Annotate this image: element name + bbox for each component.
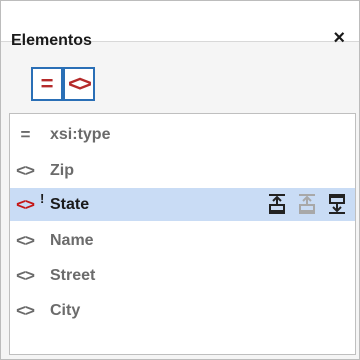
list-item[interactable]: <> Street (10, 259, 355, 292)
list-item[interactable]: <> City (10, 294, 355, 327)
required-marker: ! (40, 191, 45, 206)
insert-after-icon[interactable] (327, 193, 347, 215)
attributes-toggle-button[interactable]: = (31, 67, 63, 101)
list-item-label: Street (50, 266, 96, 284)
list-item-label: xsi:type (50, 125, 111, 143)
list-item-label: Zip (50, 161, 74, 179)
elements-panel: Elementos × = <> = xsi:type <> Zip <> ! … (0, 0, 360, 360)
list-item-selected[interactable]: <> ! State (10, 188, 355, 221)
element-tag-icon: <> (16, 300, 35, 320)
list-item-label: Name (50, 231, 94, 249)
attribute-equals-icon: = (20, 124, 31, 144)
elements-list: = xsi:type <> Zip <> ! State <> Name <> … (9, 113, 356, 355)
element-tag-icon: <> (16, 265, 35, 285)
equals-icon: = (40, 71, 54, 96)
panel-title: Elementos (11, 32, 92, 49)
element-tag-icon: <> (16, 160, 35, 180)
element-tag-icon: <> (68, 71, 92, 96)
element-tag-icon: <> (16, 230, 35, 250)
list-item[interactable]: = xsi:type (10, 118, 355, 151)
panel-header: Elementos × (1, 1, 359, 49)
element-tag-icon: <> (16, 194, 35, 214)
list-item[interactable]: <> Name (10, 224, 355, 257)
list-item-label: State (50, 195, 90, 213)
close-icon[interactable]: × (333, 28, 345, 48)
elements-toggle-button[interactable]: <> (63, 67, 95, 101)
panel-toolbar: = <> (31, 67, 95, 101)
append-icon[interactable] (297, 193, 317, 215)
insert-before-icon[interactable] (267, 193, 287, 215)
list-item-label: City (50, 301, 81, 319)
list-item[interactable]: <> Zip (10, 154, 355, 187)
row-actions (267, 193, 347, 215)
